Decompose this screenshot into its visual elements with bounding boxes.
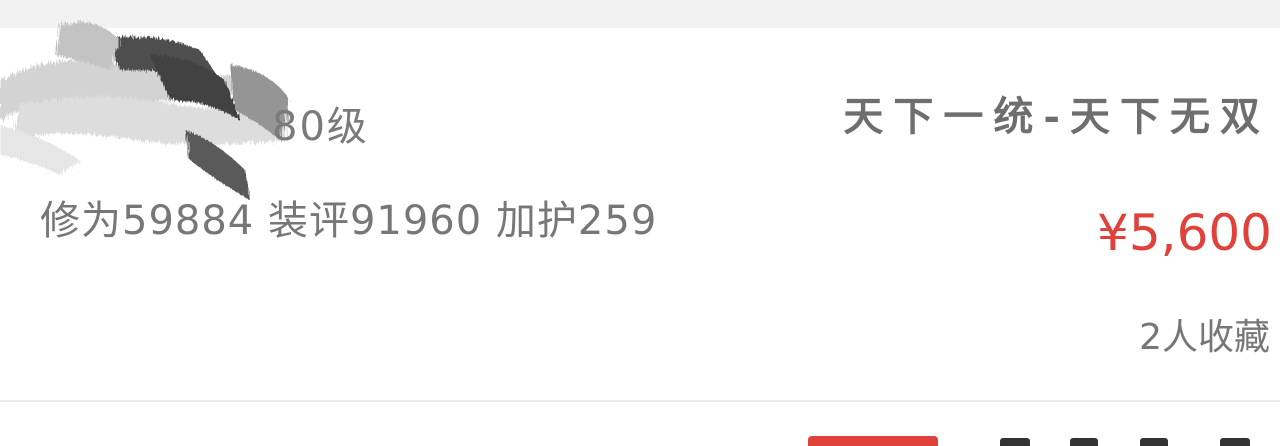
ink-brush-avatar	[0, 22, 290, 200]
card-divider	[0, 400, 1280, 402]
next-listing-server-fragment	[1140, 438, 1168, 446]
server-name: 天下一统-天下无双	[843, 93, 1270, 140]
character-stats: 修为59884 装评91960 加护259	[40, 198, 658, 244]
next-listing-level-fragment	[808, 436, 938, 446]
favorites-count: 2人收藏	[1139, 317, 1270, 358]
character-level: 80级	[272, 104, 369, 150]
next-listing-server-fragment	[1070, 438, 1098, 446]
next-listing-server-fragment	[1000, 438, 1030, 446]
next-listing-preview	[800, 432, 1280, 446]
listing-price: ¥5,600	[1097, 204, 1272, 262]
next-listing-server-fragment	[1220, 438, 1250, 446]
